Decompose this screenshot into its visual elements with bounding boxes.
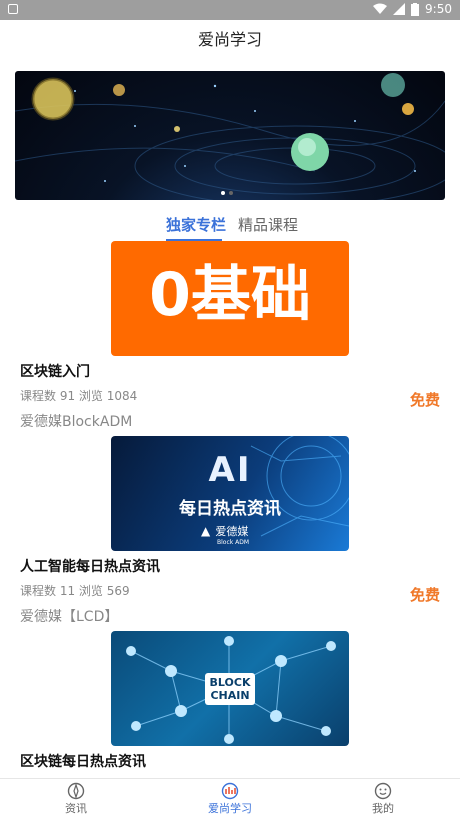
course-price: 免费 <box>409 391 440 409</box>
course-cover: 0基础 <box>111 241 349 356</box>
learning-icon <box>221 782 239 800</box>
course-title: 人工智能每日热点资讯 <box>20 559 160 575</box>
cover-text-sub: 每日热点资讯 <box>179 499 281 519</box>
carousel-dot-active[interactable] <box>221 191 225 195</box>
course-item[interactable]: 0基础 区块链入门 课程数 91 浏览 1084 爱德媒BlockADM 免费 <box>0 241 460 431</box>
nav-item-learning[interactable]: 爱尚学习 <box>190 779 270 816</box>
wifi-icon <box>373 3 388 14</box>
course-title: 区块链每日热点资讯 <box>20 754 146 770</box>
course-title: 区块链入门 <box>20 364 90 380</box>
cover-brand: ▲ 爱德媒 Block ADM <box>201 520 249 546</box>
cover-text-sub: CHAIN <box>210 689 250 702</box>
cover-brand-sub: Block ADM <box>217 539 250 546</box>
status-bar: 9:50 <box>0 0 460 20</box>
banner-image <box>15 73 445 200</box>
course-item[interactable]: AI 每日热点资讯 ▲ 爱德媒 Block ADM 人工智能每日热点资讯 课程数… <box>0 436 460 626</box>
course-item[interactable]: BLOCK CHAIN 区块链每日热点资讯 <box>0 631 460 771</box>
status-icons: 9:50 <box>373 2 452 16</box>
cover-text-main: AI <box>208 450 252 490</box>
carousel-dots <box>221 191 233 195</box>
nav-label: 爱尚学习 <box>208 802 252 815</box>
brand-logo-icon: ▲ <box>201 524 211 538</box>
nav-label: 资讯 <box>65 802 87 815</box>
status-time: 9:50 <box>425 2 452 16</box>
tab-featured-courses[interactable]: 精品课程 <box>238 212 298 238</box>
tab-exclusive-column[interactable]: 独家专栏 <box>166 212 226 238</box>
battery-icon <box>411 2 420 16</box>
smiley-icon <box>374 782 392 800</box>
page-title: 爱尚学习 <box>197 30 262 49</box>
course-meta: 课程数 91 浏览 1084 <box>20 389 138 403</box>
course-cover: AI 每日热点资讯 ▲ 爱德媒 Block ADM <box>111 436 349 551</box>
compass-icon <box>67 782 85 800</box>
tab-bar: 独家专栏 精品课程 <box>0 212 460 244</box>
bottom-nav: 资讯 爱尚学习 我的 <box>0 778 460 818</box>
nav-item-profile[interactable]: 我的 <box>343 779 423 816</box>
banner-carousel[interactable] <box>15 71 445 200</box>
nav-label: 我的 <box>372 802 394 815</box>
nav-item-news[interactable]: 资讯 <box>36 779 116 816</box>
course-cover: BLOCK CHAIN <box>111 631 349 746</box>
cover-text-main: BLOCK <box>209 676 251 689</box>
cover-text: 0基础 <box>149 260 311 330</box>
cover-brand-name: 爱德媒 <box>215 525 249 538</box>
course-author: 爱德媒BlockADM <box>20 414 133 430</box>
course-price: 免费 <box>409 586 440 604</box>
notification-icon <box>8 4 18 14</box>
carousel-dot[interactable] <box>229 191 233 195</box>
course-author: 爱德媒【LCD】 <box>20 609 119 625</box>
course-meta: 课程数 11 浏览 569 <box>20 584 130 598</box>
signal-icon <box>393 3 406 15</box>
